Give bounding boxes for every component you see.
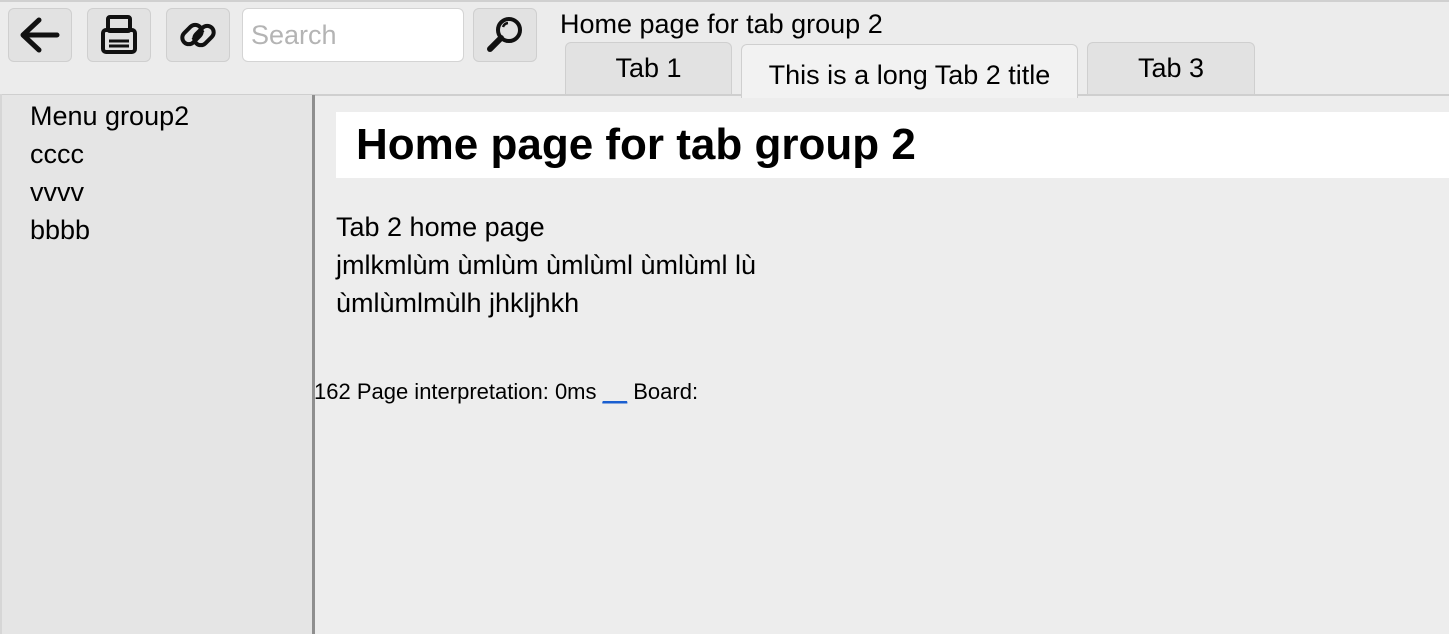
content-line-2: jmlkmlùm ùmlùm ùmlùml ùmlùml lù [336,250,757,280]
page-caption: Home page for tab group 2 [560,9,883,39]
tab-3[interactable]: Tab 3 [1087,42,1255,94]
page-title-box: Home page for tab group 2 [336,112,1449,178]
sidebar-item-vvvv[interactable]: vvvv [30,173,84,211]
tab-label: This is a long Tab 2 title [768,60,1051,90]
magnifier-icon [487,17,522,52]
status-prefix: 162 Page interpretation: 0ms [314,379,597,404]
tab-2[interactable]: This is a long Tab 2 title [741,44,1078,98]
toolbar: Home page for tab group 2 Tab 1 This is … [0,0,1449,98]
status-link[interactable]: __ [603,379,627,404]
menu-group-title: Menu group2 [30,101,190,131]
arrow-left-icon [20,17,60,53]
back-button[interactable] [8,8,72,62]
tab-1[interactable]: Tab 1 [565,42,732,94]
search-input[interactable] [242,8,464,62]
sidebar-item-cccc[interactable]: cccc [30,135,84,173]
content-line-1: Tab 2 home page [336,212,545,242]
link-button[interactable] [166,8,230,62]
tab-label: Tab 3 [1137,53,1205,83]
content-line-3: ùmlùmlmùlh jhkljhkh [336,288,580,318]
printer-icon [101,15,137,54]
sidebar-item-bbbb[interactable]: bbbb [30,211,90,249]
status-line: 162 Page interpretation: 0ms __ Board: [314,377,698,407]
print-button[interactable] [87,8,151,62]
sidebar-splitter[interactable] [312,95,315,634]
page-title: Home page for tab group 2 [356,120,916,169]
tab-label: Tab 1 [615,53,682,83]
status-suffix: Board: [633,379,699,404]
search-button[interactable] [473,8,537,62]
sidebar: Menu group2 cccc vvvv bbbb [2,95,312,634]
chain-link-icon [180,22,216,48]
